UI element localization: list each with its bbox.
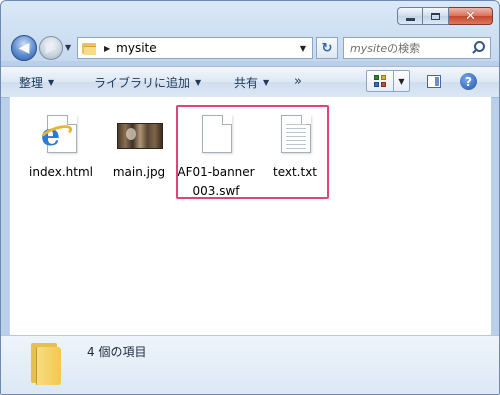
- view-options-dropdown-icon[interactable]: ▼: [394, 71, 409, 91]
- back-button[interactable]: ◀: [11, 35, 37, 61]
- forward-arrow-icon: ▶: [45, 40, 57, 56]
- caption-buttons: ✕: [397, 7, 493, 25]
- preview-pane-icon[interactable]: [427, 75, 441, 88]
- refresh-button[interactable]: ↻: [316, 37, 338, 59]
- folder-icon: [82, 42, 96, 55]
- explorer-window: ✕ ◀ ▶ ▼ ▶ mysite ▼ ↻ mysiteの検索 整理 ▼ ライブラリ…: [0, 0, 500, 395]
- chevron-down-icon: ▼: [48, 78, 55, 87]
- file-name: main.jpg: [112, 165, 166, 179]
- chevron-down-icon: ▼: [195, 78, 202, 87]
- selection-highlight-box: [176, 105, 329, 199]
- minimize-button[interactable]: [397, 7, 423, 25]
- file-name: index.html: [29, 165, 93, 179]
- breadcrumb-chevron-icon[interactable]: ▶: [104, 44, 110, 53]
- address-dropdown-icon[interactable]: ▼: [300, 44, 306, 53]
- details-pane: 4 個の項目: [1, 335, 499, 394]
- search-placeholder: mysiteの検索: [350, 42, 421, 55]
- search-input[interactable]: mysiteの検索: [343, 37, 491, 59]
- more-commands-button[interactable]: »: [294, 74, 302, 89]
- change-view-button[interactable]: ▼: [366, 70, 410, 92]
- search-icon[interactable]: [470, 40, 486, 56]
- maximize-icon: [431, 12, 440, 20]
- organize-label: 整理: [19, 76, 44, 90]
- recent-pages-dropdown-icon[interactable]: ▼: [65, 43, 71, 52]
- chevron-down-icon: ▼: [263, 78, 270, 87]
- add-to-library-menu[interactable]: ライブラリに追加 ▼: [94, 74, 201, 91]
- address-bar[interactable]: ▶ mysite ▼: [77, 37, 313, 59]
- folder-icon: [29, 343, 63, 385]
- add-to-library-label: ライブラリに追加: [94, 76, 191, 90]
- view-icon[interactable]: [367, 71, 394, 91]
- close-button[interactable]: ✕: [449, 7, 493, 25]
- file-item-index-html[interactable]: e index.html: [21, 111, 101, 182]
- more-label: »: [294, 74, 302, 89]
- maximize-button[interactable]: [423, 7, 449, 25]
- minimize-icon: [405, 17, 415, 21]
- image-thumbnail-icon: [115, 111, 163, 159]
- share-label: 共有: [234, 76, 259, 90]
- back-arrow-icon: ◀: [18, 40, 30, 56]
- item-count: 4 個の項目: [87, 345, 147, 359]
- refresh-icon: ↻: [321, 40, 333, 56]
- file-item-main-jpg[interactable]: main.jpg: [99, 111, 179, 182]
- breadcrumb-mysite[interactable]: mysite: [116, 41, 300, 55]
- share-menu[interactable]: 共有 ▼: [234, 74, 269, 91]
- help-icon[interactable]: ?: [460, 73, 477, 90]
- ie-html-icon: e: [37, 111, 85, 159]
- command-bar: 整理 ▼ ライブラリに追加 ▼ 共有 ▼ » ▼ ?: [1, 66, 499, 98]
- navigation-row: ◀ ▶ ▼ ▶ mysite ▼ ↻ mysiteの検索: [9, 35, 491, 61]
- close-icon: ✕: [465, 8, 476, 24]
- organize-menu[interactable]: 整理 ▼: [19, 74, 54, 91]
- forward-button[interactable]: ▶: [39, 36, 63, 60]
